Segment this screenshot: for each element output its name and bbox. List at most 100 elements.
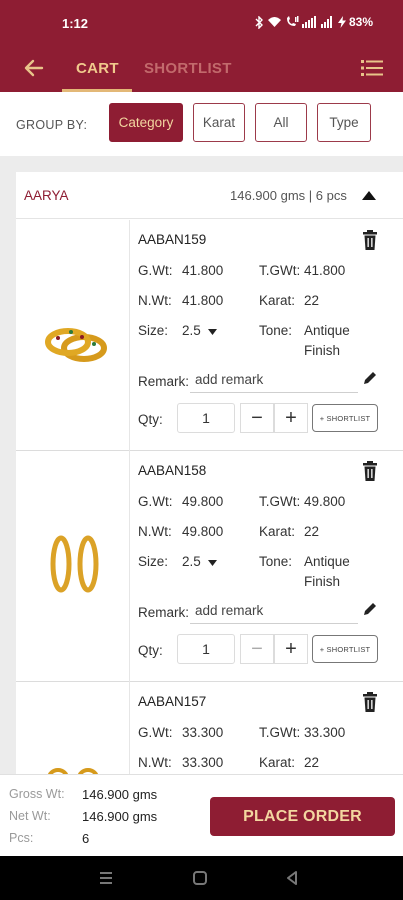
remark-underline bbox=[190, 623, 358, 624]
status-icons: 83% bbox=[254, 15, 373, 29]
net-weight-value: 41.800 bbox=[182, 293, 224, 308]
qty-decrement-button[interactable]: − bbox=[240, 403, 274, 433]
tab-shortlist[interactable]: SHORTLIST bbox=[144, 60, 232, 77]
add-to-shortlist-button[interactable]: + SHORTLIST bbox=[312, 404, 378, 432]
signal-icon bbox=[301, 16, 316, 28]
size-dropdown[interactable]: 2.5 bbox=[182, 323, 201, 338]
product-image bbox=[16, 220, 130, 451]
total-gross-weight-label: T.GWt: bbox=[259, 725, 301, 740]
remark-label: Remark: bbox=[138, 605, 190, 620]
pcs-value: 6 bbox=[82, 831, 90, 846]
bluetooth-icon bbox=[255, 15, 263, 29]
cart-item: AABAN158 G.Wt: 49.800 T.GWt: 49.800 N.Wt… bbox=[16, 451, 403, 682]
karat-label: Karat: bbox=[259, 755, 296, 770]
gross-weight-label: G.Wt: bbox=[138, 263, 173, 278]
size-dropdown-arrow-icon[interactable] bbox=[208, 329, 217, 335]
delete-trash-icon[interactable] bbox=[361, 230, 379, 250]
place-order-button[interactable]: PLACE ORDER bbox=[210, 797, 395, 836]
net-wt-label: Net Wt: bbox=[9, 809, 51, 823]
tone-value-line1: Antique bbox=[304, 554, 350, 569]
group-header[interactable]: AARYA 146.900 gms | 6 pcs bbox=[16, 172, 403, 219]
tone-value-line2: Finish bbox=[304, 574, 341, 589]
group-by-category-button[interactable]: Category bbox=[109, 103, 183, 142]
bangle-pair-image bbox=[47, 768, 99, 782]
collapse-arrow-icon[interactable] bbox=[362, 191, 376, 200]
total-gross-weight-label: T.GWt: bbox=[259, 494, 301, 509]
battery-charging-icon bbox=[337, 16, 346, 28]
tab-cart[interactable]: CART bbox=[76, 60, 119, 77]
total-gross-weight-value: 41.800 bbox=[304, 263, 346, 278]
group-name: AARYA bbox=[24, 188, 69, 203]
net-weight-value: 49.800 bbox=[182, 524, 224, 539]
tone-label: Tone: bbox=[259, 554, 293, 569]
status-time: 1:12 bbox=[62, 16, 89, 31]
group-by-label: GROUP BY: bbox=[16, 118, 88, 132]
cart-group-card: AARYA 146.900 gms | 6 pcs AABAN159 G.Wt:… bbox=[16, 172, 403, 782]
group-by-all-button[interactable]: All bbox=[255, 103, 307, 142]
remark-underline bbox=[190, 392, 358, 393]
order-summary-footer: Gross Wt: 146.900 gms Net Wt: 146.900 gm… bbox=[0, 774, 403, 856]
group-by-type-button[interactable]: Type bbox=[317, 103, 371, 142]
qty-decrement-button[interactable]: − bbox=[240, 634, 274, 664]
karat-value: 22 bbox=[304, 293, 320, 308]
gross-weight-label: G.Wt: bbox=[138, 494, 173, 509]
remark-input[interactable]: add remark bbox=[195, 372, 263, 387]
karat-label: Karat: bbox=[259, 524, 296, 539]
tone-label: Tone: bbox=[259, 323, 293, 338]
qty-increment-button[interactable]: + bbox=[274, 403, 308, 433]
wifi-calling-icon bbox=[286, 16, 299, 26]
size-dropdown-arrow-icon[interactable] bbox=[208, 560, 217, 566]
tone-value-line2: Finish bbox=[304, 343, 341, 358]
qty-input[interactable]: 1 bbox=[177, 403, 235, 433]
karat-value: 22 bbox=[304, 755, 320, 770]
wifi-icon bbox=[267, 17, 281, 27]
product-image bbox=[16, 682, 130, 782]
edit-pencil-icon[interactable] bbox=[363, 371, 377, 385]
signal-icon-2 bbox=[320, 16, 332, 28]
remark-label: Remark: bbox=[138, 374, 190, 389]
back-nav-icon[interactable] bbox=[282, 868, 302, 888]
back-arrow-icon[interactable] bbox=[22, 56, 46, 80]
karat-label: Karat: bbox=[259, 293, 296, 308]
app-bar: CART SHORTLIST bbox=[0, 46, 403, 92]
tone-value-line1: Antique bbox=[304, 323, 350, 338]
gross-weight-value: 41.800 bbox=[182, 263, 224, 278]
delete-trash-icon[interactable] bbox=[361, 692, 379, 712]
cart-item: AABAN157 G.Wt: 33.300 T.GWt: 33.300 N.Wt… bbox=[16, 682, 403, 782]
qty-input[interactable]: 1 bbox=[177, 634, 235, 664]
size-dropdown[interactable]: 2.5 bbox=[182, 554, 201, 569]
bangle-pair-image bbox=[50, 535, 99, 593]
system-nav-bar bbox=[0, 856, 403, 900]
gross-weight-label: G.Wt: bbox=[138, 725, 173, 740]
remark-input[interactable]: add remark bbox=[195, 603, 263, 618]
size-label: Size: bbox=[138, 323, 169, 338]
status-bar: 1:12 83% bbox=[0, 0, 403, 46]
net-wt-value: 146.900 gms bbox=[82, 809, 158, 824]
group-summary: 146.900 gms | 6 pcs bbox=[230, 188, 347, 203]
net-weight-label: N.Wt: bbox=[138, 524, 172, 539]
recents-icon[interactable] bbox=[96, 868, 116, 888]
list-menu-icon[interactable] bbox=[361, 58, 383, 78]
bangle-pair-image bbox=[45, 328, 107, 362]
qty-increment-button[interactable]: + bbox=[274, 634, 308, 664]
karat-value: 22 bbox=[304, 524, 320, 539]
delete-trash-icon[interactable] bbox=[361, 461, 379, 481]
edit-pencil-icon[interactable] bbox=[363, 602, 377, 616]
qty-label: Qty: bbox=[138, 412, 163, 427]
group-by-karat-button[interactable]: Karat bbox=[193, 103, 245, 142]
product-image bbox=[16, 451, 130, 682]
group-by-bar: GROUP BY: Category Karat All Type bbox=[0, 92, 403, 156]
item-code: AABAN158 bbox=[138, 463, 207, 478]
home-icon[interactable] bbox=[190, 868, 210, 888]
gross-wt-label: Gross Wt: bbox=[9, 787, 65, 801]
total-gross-weight-value: 33.300 bbox=[304, 725, 346, 740]
net-weight-value: 33.300 bbox=[182, 755, 224, 770]
size-label: Size: bbox=[138, 554, 169, 569]
net-weight-label: N.Wt: bbox=[138, 755, 172, 770]
pcs-label: Pcs: bbox=[9, 831, 34, 845]
gross-weight-value: 33.300 bbox=[182, 725, 224, 740]
battery-percent: 83% bbox=[348, 15, 373, 29]
qty-label: Qty: bbox=[138, 643, 163, 658]
add-to-shortlist-button[interactable]: + SHORTLIST bbox=[312, 635, 378, 663]
gross-weight-value: 49.800 bbox=[182, 494, 224, 509]
